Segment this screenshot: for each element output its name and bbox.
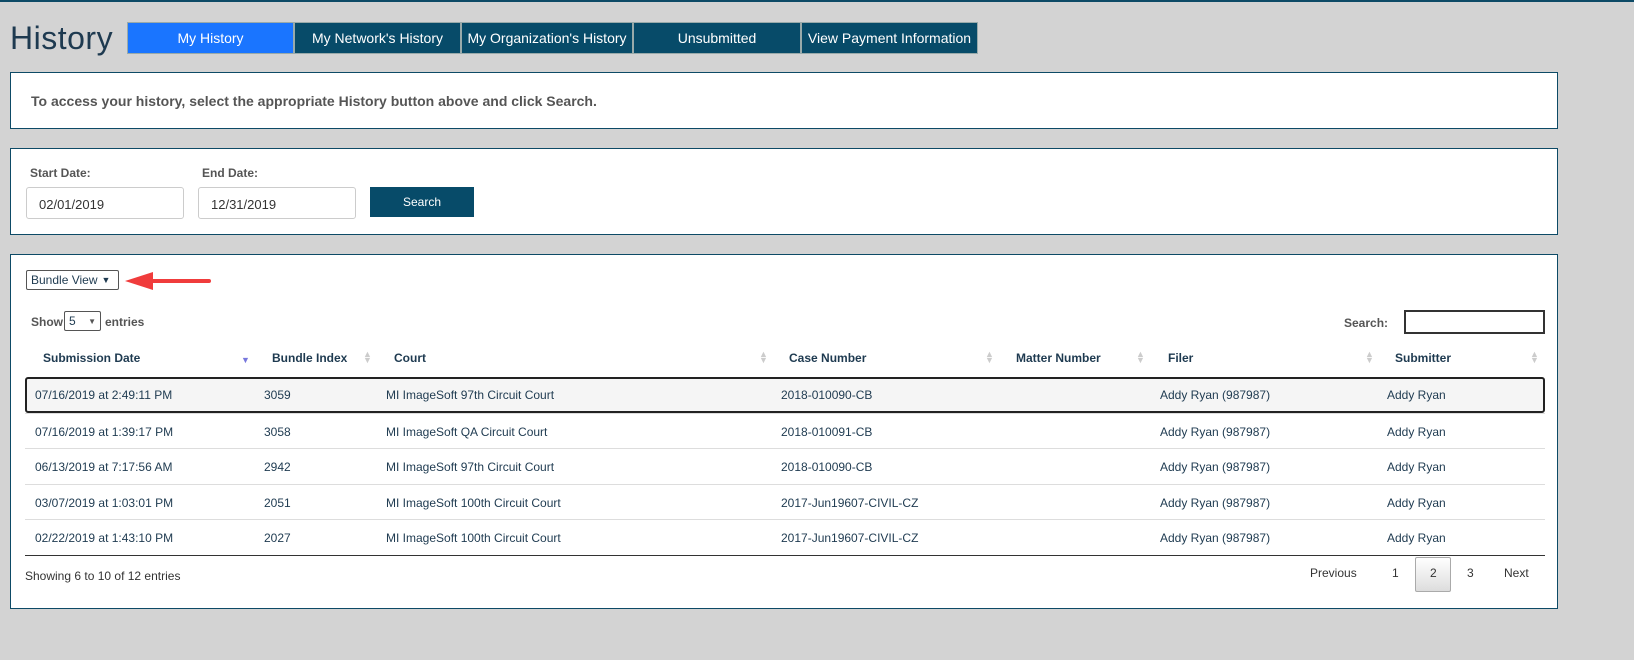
column-header-matter-number[interactable]: Matter Number [1016, 351, 1101, 365]
results-panel: Bundle View ▼ Show 5 ▼ entries Search: S… [10, 254, 1558, 609]
cell-filer: Addy Ryan (987987) [1160, 531, 1271, 545]
table-row[interactable]: 07/16/2019 at 2:49:11 PM 3059 MI ImageSoft… [25, 377, 1545, 413]
cell-submission-date: 03/07/2019 at 1:03:01 PM [35, 495, 174, 510]
pagination-page-1[interactable]: 1 [1392, 566, 1399, 580]
date-filter-panel: Start Date: 02/01/2019 End Date: 12/31/2… [10, 148, 1558, 235]
column-header-filer[interactable]: Filer [1168, 351, 1193, 365]
cell-filer: Addy Ryan (987987) [1160, 424, 1271, 439]
cell-bundle-index: 2942 [264, 460, 291, 474]
end-date-input[interactable]: 12/31/2019 [198, 187, 356, 219]
cell-case-number: 2018-010090-CB [781, 460, 873, 474]
tab-unsubmitted[interactable]: Unsubmitted [633, 22, 801, 54]
chevron-down-icon: ▼ [101, 275, 111, 285]
cell-case-number: 2018-010091-CB [781, 424, 873, 439]
tab-my-organizations-history[interactable]: My Organization's History [461, 22, 633, 54]
search-button[interactable]: Search [370, 187, 474, 217]
cell-submitter: Addy Ryan [1387, 531, 1446, 545]
cell-bundle-index: 3059 [264, 388, 291, 402]
table-row[interactable]: 02/22/2019 at 1:43:10 PM 2027 MI ImageSoft… [25, 519, 1545, 555]
cell-submission-date: 07/16/2019 at 1:39:17 PM [35, 424, 174, 439]
cell-submitter: Addy Ryan [1387, 388, 1446, 402]
cell-submitter: Addy Ryan [1387, 460, 1446, 474]
column-header-bundle-index[interactable]: Bundle Index [272, 351, 347, 365]
table-bottom-border [25, 555, 1545, 556]
cell-filer: Addy Ryan (987987) [1160, 460, 1271, 474]
show-label: Show [31, 315, 63, 329]
sort-icon[interactable]: ▲ ▼ [985, 350, 994, 365]
sort-icon[interactable]: ▲ ▼ [1136, 350, 1145, 365]
view-select[interactable]: Bundle View ▼ [26, 270, 119, 290]
cell-court: MI ImageSoft 97th Circuit Court [386, 460, 555, 474]
cell-court: MI ImageSoft 97th Circuit Court [386, 388, 555, 402]
pagination-next[interactable]: Next [1504, 566, 1529, 580]
page-title: History [10, 20, 114, 56]
cell-filer: Addy Ryan (987987) [1160, 388, 1271, 402]
cell-court: MI ImageSoft 100th Circuit Court [386, 531, 561, 545]
sort-icon[interactable]: ▲ ▼ [1530, 350, 1539, 365]
column-header-court[interactable]: Court [394, 351, 426, 365]
cell-submission-date: 07/16/2019 at 2:49:11 PM [35, 388, 173, 402]
cell-submission-date: 02/22/2019 at 1:43:10 PM [35, 531, 174, 545]
cell-court: MI ImageSoft QA Circuit Court [386, 424, 548, 439]
notice-panel: To access your history, select the appro… [10, 72, 1558, 129]
table-row[interactable]: 07/16/2019 at 1:39:17 PM 3058 MI ImageSoft… [25, 412, 1545, 449]
cell-filer: Addy Ryan (987987) [1160, 495, 1271, 510]
tab-view-payment-information[interactable]: View Payment Information [801, 22, 978, 54]
table-search-label: Search: [1344, 316, 1389, 330]
cell-case-number: 2018-010090-CB [781, 388, 873, 402]
table-row[interactable]: 03/07/2019 at 1:03:01 PM 2051 MI ImageSoft… [25, 483, 1545, 520]
cell-court: MI ImageSoft 100th Circuit Court [386, 495, 561, 510]
cell-case-number: 2017-Jun19607-CIVIL-CZ [781, 495, 919, 510]
table-search-input[interactable] [1404, 310, 1545, 334]
start-date-label: Start Date: [30, 166, 91, 180]
annotation-arrow-icon [125, 272, 211, 290]
column-header-submitter[interactable]: Submitter [1395, 351, 1451, 365]
top-border [0, 0, 1634, 2]
sort-icon[interactable]: ▲ ▼ [1365, 350, 1374, 365]
table-info: Showing 6 to 10 of 12 entries [25, 569, 181, 583]
cell-submission-date: 06/13/2019 at 7:17:56 AM [35, 460, 173, 474]
column-header-submission-date[interactable]: Submission Date [43, 351, 140, 365]
sort-desc-icon[interactable]: ▼ [241, 356, 250, 365]
table-row[interactable]: 06/13/2019 at 7:17:56 AM 2942 MI ImageSoft… [25, 448, 1545, 484]
cell-bundle-index: 2027 [264, 531, 291, 545]
end-date-label: End Date: [202, 166, 259, 180]
cell-submitter: Addy Ryan [1387, 495, 1446, 510]
entries-label: entries [105, 315, 145, 329]
cell-bundle-index: 2051 [264, 495, 291, 510]
pagination-page-3[interactable]: 3 [1467, 566, 1474, 580]
pagination-page-2[interactable]: 2 [1430, 566, 1437, 580]
notice-text: To access your history, select the appro… [31, 93, 597, 109]
sort-icon[interactable]: ▲ ▼ [759, 350, 768, 365]
view-select-value: Bundle View [31, 273, 98, 287]
entries-select[interactable]: 5 ▼ [64, 311, 101, 331]
cell-case-number: 2017-Jun19607-CIVIL-CZ [781, 531, 919, 545]
sort-icon[interactable]: ▲ ▼ [363, 350, 372, 365]
column-header-case-number[interactable]: Case Number [789, 351, 866, 365]
cell-submitter: Addy Ryan [1387, 424, 1446, 439]
entries-value: 5 [69, 314, 76, 328]
pagination-previous[interactable]: Previous [1310, 566, 1357, 580]
tab-my-history[interactable]: My History [127, 22, 294, 54]
start-date-input[interactable]: 02/01/2019 [26, 187, 184, 219]
tab-my-networks-history[interactable]: My Network's History [294, 22, 461, 54]
cell-bundle-index: 3058 [264, 424, 291, 439]
chevron-down-icon: ▼ [88, 316, 96, 326]
